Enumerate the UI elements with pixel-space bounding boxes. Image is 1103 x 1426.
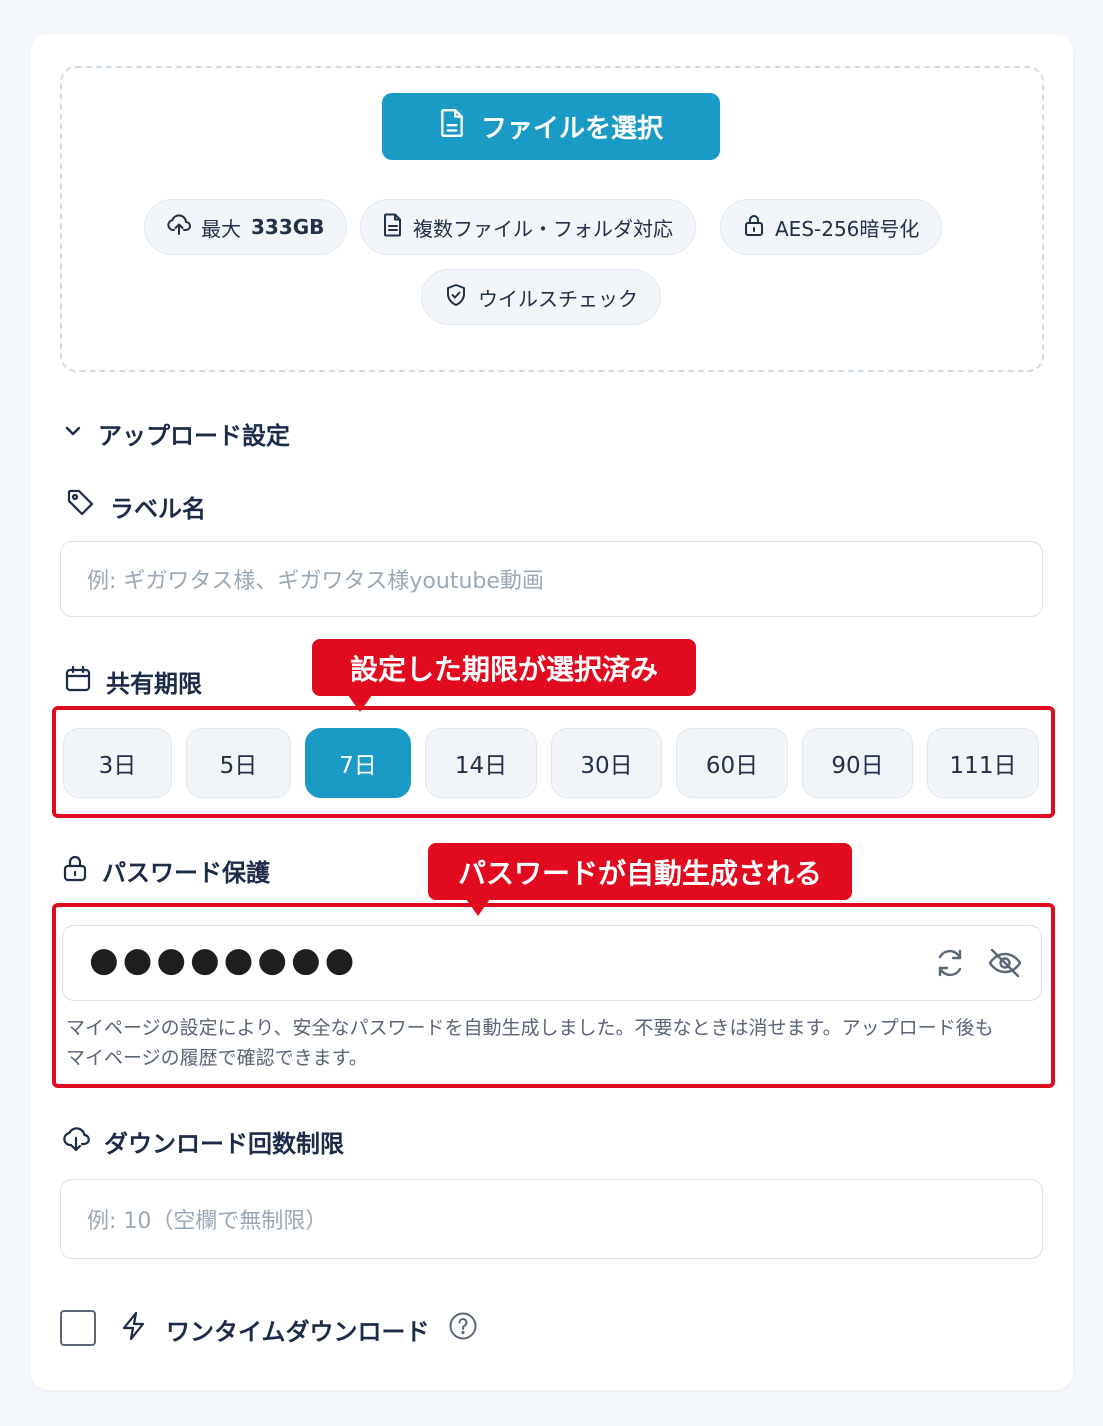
lock-icon [62,854,88,888]
max-size-chip: 最大 333GB [144,199,348,255]
file-icon [439,108,465,145]
one-time-download-checkbox[interactable] [60,1310,96,1346]
download-limit-heading: ダウンロード回数制限 [62,1124,344,1159]
max-size-value: 333GB [251,215,325,239]
cloud-download-icon [62,1125,90,1159]
chevron-down-icon [62,420,84,448]
encryption-label: AES-256暗号化 [775,216,920,241]
multi-file-label: 複数ファイル・フォルダ対応 [413,216,673,241]
download-limit-title: ダウンロード回数制限 [104,1130,344,1158]
upload-settings-toggle[interactable]: アップロード設定 [62,416,290,451]
virus-check-chip: ウイルスチェック [421,269,661,325]
one-time-download-row: ワンタイムダウンロード [120,1311,478,1347]
help-icon[interactable] [448,1311,478,1347]
document-icon [383,213,403,242]
one-time-download-label: ワンタイムダウンロード [166,1317,430,1346]
cloud-upload-icon [167,213,191,241]
encryption-chip: AES-256暗号化 [720,199,943,255]
share-term-title: 共有期限 [106,670,202,698]
label-name-title: ラベル名 [110,494,206,523]
label-name-heading: ラベル名 [66,488,206,524]
callout-tail [348,695,372,712]
download-limit-placeholder: 例: 10（空欄で無制限） [87,1209,328,1234]
callout-tail [466,899,490,916]
password-callout: パスワードが自動生成される [428,843,852,916]
term-callout-text: 設定した期限が選択済み [349,652,658,686]
term-highlight-box [52,706,1055,818]
max-size-label: 最大 [201,216,241,241]
calendar-icon [64,665,92,699]
lock-icon [743,213,765,242]
label-name-placeholder: 例: ギガワタス様、ギガワタス様youtube動画 [87,569,544,594]
multi-file-chip: 複数ファイル・フォルダ対応 [360,199,696,255]
label-name-input[interactable]: 例: ギガワタス様、ギガワタス様youtube動画 [60,541,1043,617]
password-callout-text: パスワードが自動生成される [457,856,822,890]
share-term-heading: 共有期限 [64,664,202,699]
select-file-button[interactable]: ファイルを選択 [382,93,720,160]
download-limit-input[interactable]: 例: 10（空欄で無制限） [60,1179,1043,1259]
shield-check-icon [444,283,468,312]
password-heading: パスワード保護 [62,853,270,888]
password-highlight-box [52,903,1055,1088]
select-file-label: ファイルを選択 [480,114,663,144]
virus-check-label: ウイルスチェック [478,286,638,311]
upload-settings-title: アップロード設定 [98,422,290,450]
password-title: パスワード保護 [102,859,270,887]
tag-icon [66,488,96,524]
lightning-icon [120,1311,148,1347]
term-callout: 設定した期限が選択済み [312,639,696,712]
